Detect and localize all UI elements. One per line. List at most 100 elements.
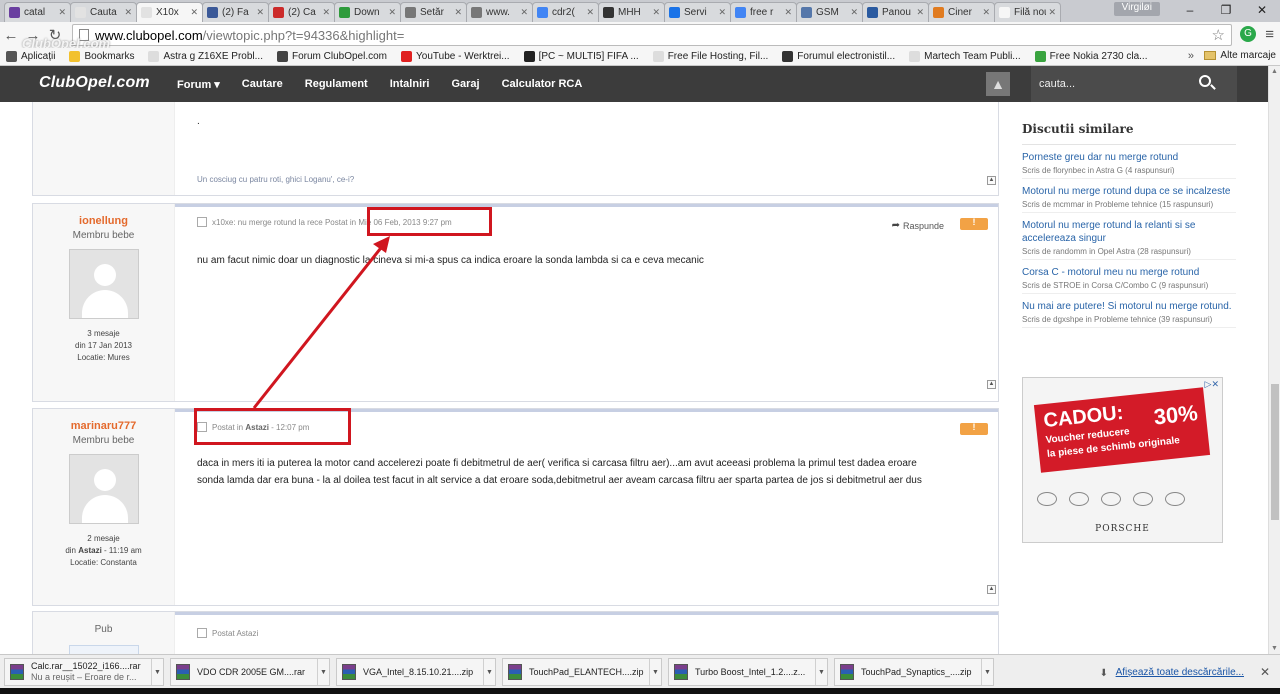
download-item[interactable]: VDO CDR 2005E GM....rar ▼ xyxy=(170,658,330,686)
browser-tab[interactable]: MHH ✕ xyxy=(598,2,665,22)
tab-close-icon[interactable]: ✕ xyxy=(916,7,924,18)
ad-banner[interactable]: ▷✕ CADOU: 30% Voucher reducere la piese … xyxy=(1022,377,1223,543)
bookmark-star-icon[interactable]: ☆ xyxy=(1212,26,1225,44)
window-controls: – ❐ ✕ xyxy=(1172,0,1280,22)
tab-close-icon[interactable]: ✕ xyxy=(190,7,198,18)
browser-tab[interactable]: catal ✕ xyxy=(4,2,71,22)
reply-button[interactable]: ➦ Raspunde xyxy=(892,220,944,231)
nav-calculator-rca[interactable]: Calculator RCA xyxy=(502,78,583,91)
brand-seat-icon xyxy=(1101,492,1121,506)
restore-icon[interactable]: ❐ xyxy=(1208,0,1244,20)
nav-garaj[interactable]: Garaj xyxy=(451,78,479,91)
download-item[interactable]: TouchPad_Synaptics_....zip ▼ xyxy=(834,658,994,686)
bookmark-item[interactable]: Forum ClubOpel.com xyxy=(276,51,387,62)
tab-close-icon[interactable]: ✕ xyxy=(520,7,528,18)
close-downloads-icon[interactable]: ✕ xyxy=(1260,665,1270,679)
scroll-top-icon[interactable]: ▲ xyxy=(986,72,1010,96)
back-icon[interactable]: ← xyxy=(0,27,22,44)
search-icon[interactable] xyxy=(1199,75,1211,87)
tab-close-icon[interactable]: ✕ xyxy=(1048,7,1056,18)
browser-tab[interactable]: (2) Ca ✕ xyxy=(268,2,335,22)
bookmark-item[interactable]: Bookmarks xyxy=(69,51,134,62)
download-item[interactable]: Turbo Boost_Intel_1.2....z... ▼ xyxy=(668,658,828,686)
browser-tab[interactable]: cdr2(✕ xyxy=(532,2,599,22)
tab-close-icon[interactable]: ✕ xyxy=(784,7,792,18)
minimize-icon[interactable]: – xyxy=(1172,0,1208,20)
ad-choices-icon[interactable]: ▷✕ xyxy=(1205,379,1219,390)
bookmark-item[interactable]: Free File Hosting, Fil... xyxy=(652,51,768,62)
bookmark-item[interactable]: [PC ~ MULTI5] FIFA ... xyxy=(523,51,639,62)
download-menu-icon[interactable]: ▼ xyxy=(649,659,661,685)
similar-item-title[interactable]: Nu mai are putere! Si motorul nu merge r… xyxy=(1022,300,1236,313)
page-scrollbar[interactable]: ▲ ▼ xyxy=(1268,66,1280,654)
scroll-up-icon[interactable]: ▲ xyxy=(1271,68,1278,75)
browser-tab[interactable]: Setăr ✕ xyxy=(400,2,467,22)
tab-close-icon[interactable]: ✕ xyxy=(124,7,132,18)
download-menu-icon[interactable]: ▼ xyxy=(815,659,827,685)
nav-forum[interactable]: Forum ▾ xyxy=(177,78,220,91)
close-window-icon[interactable]: ✕ xyxy=(1244,0,1280,20)
bookmark-item[interactable]: Aplicații xyxy=(6,51,55,62)
back-to-top-icon[interactable]: ▲ xyxy=(987,585,996,594)
post-username[interactable]: ionellung xyxy=(33,215,174,227)
browser-tab[interactable]: GSM ✕ xyxy=(796,2,863,22)
download-menu-icon[interactable]: ▼ xyxy=(483,659,495,685)
browser-tab[interactable]: Cauta ✕ xyxy=(70,2,137,22)
tab-close-icon[interactable]: ✕ xyxy=(256,7,264,18)
similar-item-title[interactable]: Motorul nu merge rotund la relanti si se… xyxy=(1022,219,1236,245)
show-all-downloads-link[interactable]: ⬇ Afișează toate descărcările... xyxy=(1100,667,1244,679)
report-button[interactable] xyxy=(960,217,988,230)
browser-tab[interactable]: X10x ✕ xyxy=(136,2,203,22)
report-button[interactable] xyxy=(960,422,988,435)
nav-intalniri[interactable]: Intalniri xyxy=(390,78,430,91)
similar-item-title[interactable]: Porneste greu dar nu merge rotund xyxy=(1022,151,1236,164)
browser-tab[interactable]: www. ✕ xyxy=(466,2,533,22)
download-item[interactable]: TouchPad_ELANTECH....zip ▼ xyxy=(502,658,662,686)
back-to-top-icon[interactable]: ▲ xyxy=(987,176,996,185)
tab-close-icon[interactable]: ✕ xyxy=(454,7,462,18)
similar-item-title[interactable]: Motorul nu merge rotund dupa ce se incal… xyxy=(1022,185,1236,198)
bookmark-item[interactable]: Forumul electronistil... xyxy=(782,51,895,62)
browser-tab[interactable]: Ciner ✕ xyxy=(928,2,995,22)
tab-close-icon[interactable]: ✕ xyxy=(850,7,858,18)
tab-favicon-icon xyxy=(867,7,878,18)
download-menu-icon[interactable]: ▼ xyxy=(981,659,993,685)
download-item[interactable]: Calc.rar__15022_i166....rar Nu a reușit –… xyxy=(4,658,164,686)
tab-close-icon[interactable]: ✕ xyxy=(58,7,66,18)
scroll-down-icon[interactable]: ▼ xyxy=(1271,645,1278,652)
browser-tab[interactable]: Servi ✕ xyxy=(664,2,731,22)
bookmark-item[interactable]: Astra g Z16XE Probl... xyxy=(148,51,263,62)
similar-item-title[interactable]: Corsa C - motorul meu nu merge rotund xyxy=(1022,266,1236,279)
bookmarks-overflow-icon[interactable]: » xyxy=(1188,50,1194,62)
back-to-top-icon[interactable]: ▲ xyxy=(987,380,996,389)
browser-tab[interactable]: Filă nouă✕ xyxy=(994,2,1061,22)
nav-regulament[interactable]: Regulament xyxy=(305,78,368,91)
post-username[interactable]: marinaru777 xyxy=(33,420,174,432)
tab-close-icon[interactable]: ✕ xyxy=(322,7,330,18)
tab-close-icon[interactable]: ✕ xyxy=(718,7,726,18)
other-bookmarks-folder[interactable]: Alte marcaje xyxy=(1204,50,1276,61)
browser-tab[interactable]: Panou ✕ xyxy=(862,2,929,22)
download-menu-icon[interactable]: ▼ xyxy=(151,659,163,685)
bookmark-item[interactable]: YouTube - Werktrei... xyxy=(401,51,510,62)
tab-close-icon[interactable]: ✕ xyxy=(388,7,396,18)
url-input[interactable]: www.clubopel.com/viewtopic.php?t=94336&h… xyxy=(72,24,1232,46)
site-logo[interactable]: ClubOpel.com xyxy=(39,74,150,92)
browser-menu-icon[interactable]: ≡ xyxy=(1265,26,1274,43)
nav-cautare[interactable]: Cautare xyxy=(242,78,283,91)
download-item[interactable]: VGA_Intel_8.15.10.21....zip ▼ xyxy=(336,658,496,686)
browser-tab[interactable]: (2) Fa ✕ xyxy=(202,2,269,22)
tab-favicon-icon xyxy=(471,7,482,18)
tab-close-icon[interactable]: ✕ xyxy=(652,7,660,18)
scrollbar-thumb[interactable] xyxy=(1271,384,1279,520)
profile-badge[interactable]: Virgiløi xyxy=(1113,2,1160,16)
tab-close-icon[interactable]: ✕ xyxy=(586,7,594,18)
bookmark-item[interactable]: Martech Team Publi... xyxy=(909,51,1021,62)
bookmark-item[interactable]: Free Nokia 2730 cla... xyxy=(1034,51,1147,62)
browser-tab[interactable]: Down ✕ xyxy=(334,2,401,22)
download-menu-icon[interactable]: ▼ xyxy=(317,659,329,685)
extension-icon[interactable]: G xyxy=(1240,26,1256,42)
tab-close-icon[interactable]: ✕ xyxy=(982,7,990,18)
site-search-input[interactable]: cauta... xyxy=(1031,66,1237,102)
browser-tab[interactable]: free r ✕ xyxy=(730,2,797,22)
